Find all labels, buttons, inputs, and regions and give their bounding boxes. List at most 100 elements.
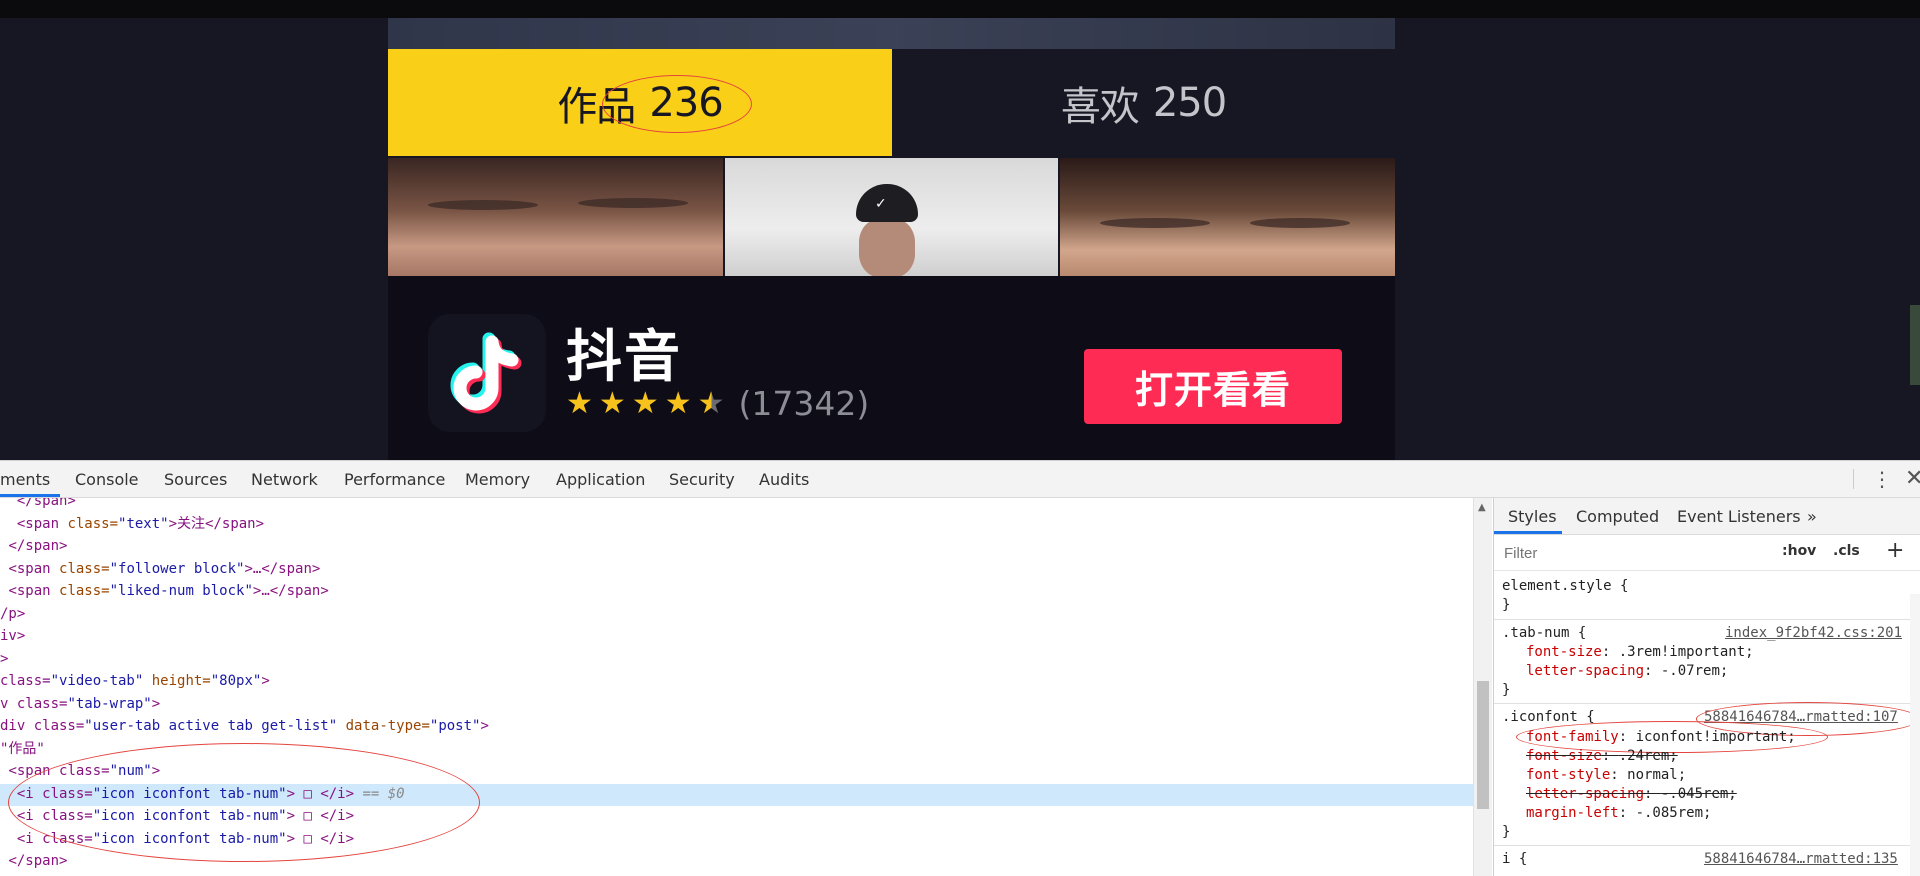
property-name: letter-spacing: [1526, 786, 1645, 802]
rule-close-brace: }: [1502, 824, 1511, 840]
face-detail: [859, 218, 915, 276]
half-star-icon: ★: [697, 385, 725, 421]
cap-detail: [856, 184, 918, 222]
stylesheet-link[interactable]: 58841646784…rmatted:107: [1704, 709, 1898, 725]
dom-node-line[interactable]: <span class="liked-num block">…</span>: [0, 580, 328, 602]
scrollbar-thumb[interactable]: [1477, 681, 1489, 809]
dom-node-line[interactable]: div class="user-tab active tab get-list"…: [0, 715, 489, 737]
rule-selector: element.style {: [1502, 578, 1629, 594]
dom-node-line[interactable]: >: [0, 648, 8, 670]
tab-console[interactable]: Console: [75, 470, 139, 489]
dom-node-line[interactable]: "作品": [0, 738, 45, 760]
tab-elements[interactable]: ments: [0, 470, 50, 489]
dom-node-line[interactable]: class="video-tab" height="80px">: [0, 670, 270, 692]
tab-security[interactable]: Security: [669, 470, 735, 489]
dom-node-line[interactable]: /p>: [0, 603, 25, 625]
video-thumbnail[interactable]: ✓: [725, 158, 1058, 276]
dom-node-line[interactable]: <span class="text">关注</span>: [0, 513, 264, 535]
video-thumbnail[interactable]: [1060, 158, 1395, 276]
css-declaration-overridden[interactable]: letter-spacing: -.045rem;: [1526, 785, 1737, 804]
face-detail: [1100, 218, 1210, 228]
app-name: 抖音: [566, 325, 682, 390]
tab-likes[interactable]: 喜欢 250: [892, 49, 1395, 156]
divider: [1494, 703, 1920, 704]
property-value: iconfont!important;: [1635, 729, 1796, 745]
css-declaration[interactable]: font-family: iconfont!important;: [1526, 728, 1796, 747]
property-value: .24rem;: [1618, 748, 1678, 764]
tab-likes-count: 250: [1152, 79, 1227, 126]
close-icon[interactable]: ✕: [1905, 466, 1920, 491]
tab-sources[interactable]: Sources: [164, 470, 227, 489]
tab-works-count: 236: [649, 79, 723, 126]
style-rules: element.style { } .tab-num { index_9f2bf…: [1494, 570, 1920, 876]
property-name: font-size: [1526, 644, 1602, 660]
app-download-banner: 抖音 ★ ★ ★ ★ ★ (17342) 打开看看: [388, 276, 1395, 460]
video-thumbnail[interactable]: [388, 158, 723, 276]
tab-works-label: 作品: [557, 83, 636, 130]
dom-node-line[interactable]: iv>: [0, 625, 25, 647]
class-toggle[interactable]: .cls: [1833, 543, 1860, 559]
open-app-button[interactable]: 打开看看: [1084, 349, 1342, 424]
active-tab-indicator: [1494, 531, 1562, 534]
hover-state-toggle[interactable]: :hov: [1782, 543, 1816, 559]
css-declaration[interactable]: font-size: .3rem!important;: [1526, 643, 1754, 662]
dom-node-line[interactable]: </span>: [0, 535, 67, 557]
tab-performance[interactable]: Performance: [344, 470, 445, 489]
dom-node-line[interactable]: </span>: [0, 850, 67, 872]
tab-memory[interactable]: Memory: [465, 470, 530, 489]
dom-node-line[interactable]: <span class="follower block">…</span>: [0, 558, 320, 580]
dom-node-line[interactable]: <i class="icon iconfont tab-num"> □ </i>: [0, 828, 354, 850]
property-value: .3rem!important;: [1618, 644, 1754, 660]
devtools-tab-bar: ments Console Sources Network Performanc…: [0, 461, 1920, 498]
dom-node-line[interactable]: <span class="num">: [0, 760, 160, 782]
tab-styles[interactable]: Styles: [1508, 507, 1557, 526]
tab-works[interactable]: 作品 236: [388, 49, 892, 156]
browser-top-bar: [0, 0, 1920, 18]
css-declaration[interactable]: letter-spacing: -.07rem;: [1526, 662, 1728, 681]
styles-filter-input[interactable]: [1498, 541, 1780, 565]
property-value: -.045rem;: [1660, 786, 1737, 802]
rule-selector: i {: [1502, 851, 1528, 867]
kebab-menu-icon[interactable]: ⋮: [1872, 467, 1892, 491]
dom-node-line[interactable]: <i class="icon iconfont tab-num"> □ </i>: [0, 805, 354, 827]
scroll-up-icon[interactable]: ▲: [1478, 502, 1486, 513]
styles-sidebar: Styles Computed Event Listeners » :hov .…: [1493, 498, 1920, 876]
face-detail: [428, 200, 538, 210]
stylesheet-link[interactable]: index_9f2bf42.css:201: [1725, 625, 1902, 641]
css-declaration[interactable]: margin-left: -.085rem;: [1526, 804, 1711, 823]
add-rule-icon[interactable]: +: [1886, 538, 1904, 563]
dom-node-line[interactable]: </span>: [0, 498, 76, 512]
tab-computed[interactable]: Computed: [1576, 507, 1659, 526]
tab-likes-label: 喜欢: [1060, 83, 1140, 130]
rule-close-brace: }: [1502, 682, 1511, 698]
page-scroll-indicator: [1910, 305, 1920, 385]
tiktok-note-icon: [428, 314, 546, 432]
more-tabs-icon[interactable]: »: [1807, 507, 1817, 526]
tab-event-listeners[interactable]: Event Listeners: [1677, 507, 1801, 526]
dom-scrollbar[interactable]: ▲: [1473, 498, 1492, 876]
rule-close-brace: }: [1502, 597, 1511, 613]
divider: [1494, 619, 1920, 620]
star-icon: ★: [664, 385, 692, 421]
css-declaration-overridden[interactable]: font-size: .24rem;: [1526, 747, 1678, 766]
mobile-profile-view: 作品 236 喜欢 250 ✓ 抖音 ★ ★ ★ ★ ★ (17342) 打开看…: [388, 18, 1395, 460]
tab-application[interactable]: Application: [556, 470, 645, 489]
styles-tab-bar: Styles Computed Event Listeners »: [1494, 498, 1920, 535]
css-declaration[interactable]: font-style: normal;: [1526, 766, 1686, 785]
property-value: normal;: [1627, 767, 1687, 783]
dom-node-line[interactable]: <i class="icon iconfont tab-num"> □ </i>…: [0, 783, 405, 805]
elements-dom-tree: </span> <span class="text">关注</span> </s…: [0, 498, 1473, 876]
tab-network[interactable]: Network: [251, 470, 318, 489]
page-area: 作品 236 喜欢 250 ✓ 抖音 ★ ★ ★ ★ ★ (17342) 打开看…: [0, 0, 1920, 460]
tab-audits[interactable]: Audits: [759, 470, 809, 489]
stylesheet-link[interactable]: 58841646784…rmatted:135: [1704, 851, 1898, 867]
devtools-panel: ments Console Sources Network Performanc…: [0, 460, 1920, 876]
face-detail: [1250, 218, 1350, 228]
styles-scrollbar[interactable]: [1910, 594, 1920, 876]
property-name: margin-left: [1526, 805, 1619, 821]
dom-node-line[interactable]: v class="tab-wrap">: [0, 693, 160, 715]
property-name: font-size: [1526, 748, 1602, 764]
face-detail: [578, 198, 688, 208]
star-icon: ★: [598, 385, 626, 421]
rule-selector: .iconfont {: [1502, 709, 1595, 725]
